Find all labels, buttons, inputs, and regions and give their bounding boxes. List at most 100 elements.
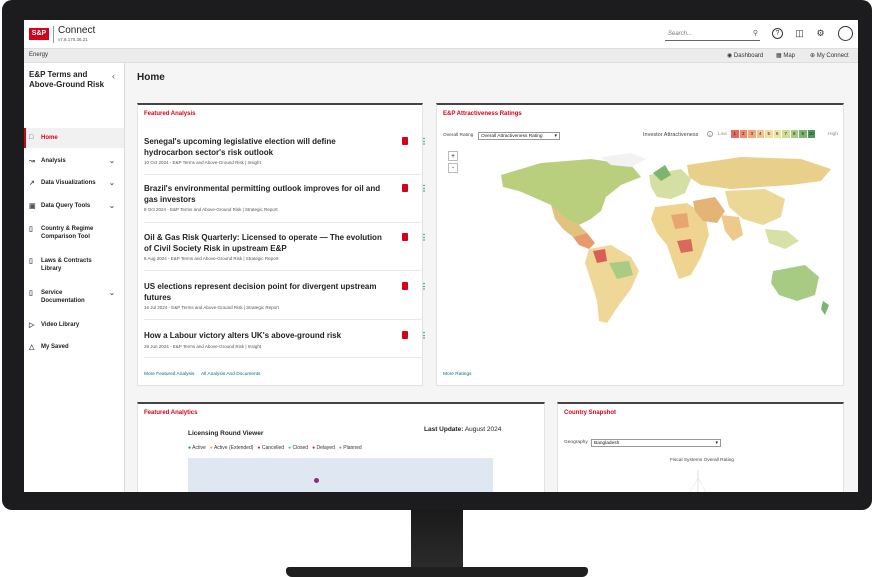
- panel-title: E&P Attractiveness Ratings: [443, 111, 522, 117]
- scale-step: 2: [739, 130, 748, 138]
- legend-item[interactable]: ● Closed: [288, 445, 308, 451]
- world-ratings-map[interactable]: [481, 145, 841, 330]
- new-zealand-region[interactable]: [821, 301, 829, 315]
- australia-region[interactable]: [771, 265, 819, 301]
- analysis-icon: ↝: [29, 158, 35, 165]
- article-title[interactable]: How a Labour victory alters UK's above-g…: [144, 331, 384, 342]
- sub-bar: Energy ◉ Dashboard ▦ Map ⊕ My Connect: [24, 49, 858, 63]
- more-options-icon[interactable]: ⋮: [420, 233, 428, 242]
- more-ratings-link[interactable]: More Ratings: [443, 372, 472, 377]
- legend-item[interactable]: ● Active (Extended): [210, 445, 254, 451]
- sector-label: Energy: [29, 52, 49, 58]
- article-meta: 8 Oct 2024 - E&P Terms and Above-Ground …: [144, 207, 278, 212]
- chevron-down-icon[interactable]: ⌄: [109, 179, 115, 187]
- sp-logo[interactable]: S&P: [29, 28, 49, 40]
- south-america-region[interactable]: [585, 245, 639, 323]
- legend-item[interactable]: ● Active: [188, 445, 206, 451]
- dashboard-link[interactable]: ◉ Dashboard: [727, 52, 763, 59]
- article-item[interactable]: US elections represent decision point fo…: [144, 282, 428, 310]
- licensing-map[interactable]: [188, 458, 493, 492]
- zoom-in-button[interactable]: +: [448, 151, 458, 161]
- info-icon[interactable]: i: [707, 131, 713, 137]
- top-bar: S&P Connect v7.8.170.36.21 Search... ⚲ ?…: [24, 20, 858, 49]
- zoom-out-button[interactable]: -: [448, 163, 458, 173]
- legend-item[interactable]: ● Planned: [339, 445, 362, 451]
- my-connect-link[interactable]: ⊕ My Connect: [810, 52, 849, 59]
- article-meta: 8 Aug 2024 - E&P Terms and Above-Ground …: [144, 256, 279, 261]
- licensing-round-marker[interactable]: [314, 478, 319, 483]
- monitor-stand-neck: [411, 510, 463, 568]
- more-options-icon[interactable]: ⋮: [420, 331, 428, 340]
- russia-region[interactable]: [687, 157, 831, 189]
- legend-label: Planned: [343, 445, 362, 451]
- article-title[interactable]: Brazil's environmental permitting outloo…: [144, 184, 384, 205]
- legend-item[interactable]: ● Delayed: [312, 445, 335, 451]
- article-title[interactable]: Oil & Gas Risk Quarterly: Licensed to op…: [144, 233, 384, 254]
- divider: [144, 270, 423, 271]
- fiscal-systems-title: Fiscal Systems Overall Rating: [670, 458, 734, 463]
- document-icon: ▯: [29, 258, 33, 265]
- india-region[interactable]: [721, 215, 743, 241]
- pdf-icon[interactable]: [402, 331, 408, 339]
- overall-rating-label: Overall Rating: [443, 133, 474, 138]
- article-item[interactable]: Oil & Gas Risk Quarterly: Licensed to op…: [144, 233, 428, 261]
- chevron-down-icon[interactable]: ⌄: [109, 289, 115, 297]
- article-title[interactable]: US elections represent decision point fo…: [144, 282, 384, 303]
- help-icon[interactable]: ?: [772, 28, 783, 39]
- more-options-icon[interactable]: ⋮: [420, 137, 428, 146]
- chevron-left-icon[interactable]: ‹: [112, 71, 115, 81]
- north-america-region[interactable]: [501, 159, 641, 225]
- pdf-icon[interactable]: [402, 184, 408, 192]
- overall-rating-select[interactable]: Overall Attractiveness Rating ▾: [478, 132, 560, 140]
- pdf-icon[interactable]: [402, 282, 408, 290]
- sidebar-title: E&P Terms and Above-Ground Risk: [29, 70, 105, 89]
- geography-select[interactable]: Bangladesh ▾: [591, 439, 721, 447]
- scale-step: 8: [790, 130, 799, 138]
- sidebar-item-home[interactable]: □ Home: [24, 128, 124, 148]
- licensing-legend: ● Active ● Active (Extended) ● Cancelled…: [188, 445, 362, 451]
- status-dot-icon: ●: [338, 445, 342, 451]
- search-input[interactable]: Search... ⚲: [665, 28, 760, 41]
- article-meta: 16 Jul 2024 - E&P Terms and Above-Ground…: [144, 305, 279, 310]
- more-options-icon[interactable]: ⋮: [420, 184, 428, 193]
- map-link[interactable]: ▦ Map: [776, 52, 795, 59]
- more-featured-analysis-link[interactable]: More Featured Analysis: [144, 372, 194, 377]
- legend-item[interactable]: ● Cancelled: [257, 445, 284, 451]
- all-analysis-link[interactable]: All Analysis And Documents: [201, 372, 260, 377]
- status-dot-icon: ●: [312, 445, 316, 451]
- pdf-icon[interactable]: [402, 137, 408, 145]
- southeast-asia-region[interactable]: [765, 229, 799, 249]
- sidebar-item-label: Data Query Tools: [41, 203, 91, 209]
- legend-label: Active: [192, 445, 206, 451]
- sidebar-item-label: Home: [41, 135, 58, 141]
- high-label: High: [828, 132, 838, 137]
- status-dot-icon: ●: [288, 445, 292, 451]
- status-dot-icon: ●: [257, 445, 261, 451]
- chevron-down-icon[interactable]: ⌄: [109, 202, 115, 210]
- gear-icon[interactable]: ⚙: [814, 27, 827, 40]
- geography-label: Geography: [564, 440, 588, 445]
- attractiveness-ratings-panel: E&P Attractiveness Ratings Overall Ratin…: [436, 103, 844, 386]
- user-avatar[interactable]: [838, 26, 853, 41]
- pdf-icon[interactable]: [402, 233, 408, 241]
- article-item[interactable]: How a Labour victory alters UK's above-g…: [144, 331, 428, 349]
- article-item[interactable]: Brazil's environmental permitting outloo…: [144, 184, 428, 212]
- divider: [144, 222, 423, 223]
- article-title[interactable]: Senegal's upcoming legislative election …: [144, 137, 384, 158]
- export-icon[interactable]: ◫: [793, 27, 806, 40]
- geography-value: Bangladesh: [594, 441, 620, 446]
- scale-step: 3: [748, 130, 757, 138]
- low-label: Low: [718, 132, 727, 137]
- fiscal-radar-chart: [689, 470, 707, 492]
- article-meta: 28 Jun 2024 - E&P Terms and Above-Ground…: [144, 343, 262, 349]
- scale-step: 6: [773, 130, 782, 138]
- featured-analytics-panel: Featured Analytics Licensing Round Viewe…: [137, 402, 545, 492]
- more-options-icon[interactable]: ⋮: [420, 282, 428, 291]
- article-item[interactable]: Senegal's upcoming legislative election …: [144, 137, 428, 165]
- chevron-down-icon[interactable]: ⌄: [109, 157, 115, 165]
- search-icon[interactable]: ⚲: [753, 28, 758, 40]
- legend-label: Cancelled: [261, 445, 285, 451]
- last-update: Last Update: August 2024: [424, 426, 501, 433]
- sidebar-item-label: Video Library: [41, 322, 80, 328]
- bookmark-icon: △: [29, 344, 35, 351]
